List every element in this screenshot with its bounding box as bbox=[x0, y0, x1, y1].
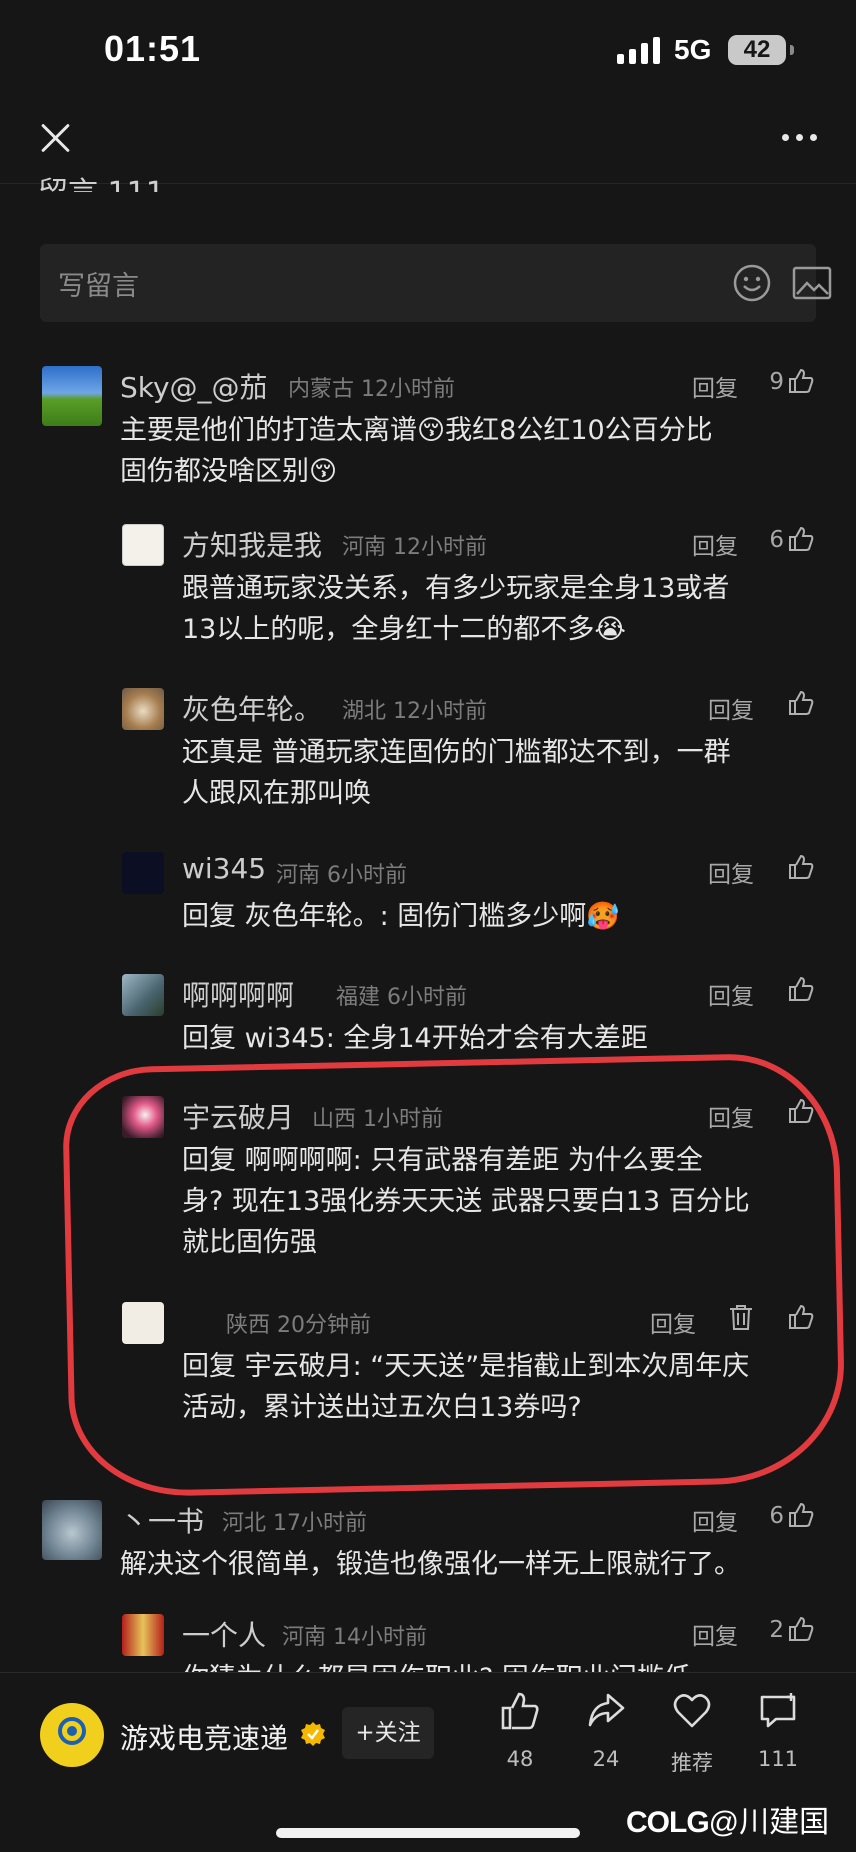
comment-item: Sky@_@茄 内蒙古 12小时前 回复 9 主要是他们的打造太离谱😚我红8公红… bbox=[42, 366, 816, 496]
reply-item: wi345 河南 6小时前 回复 回复 灰色年轮。: 固伤门槛多少啊🥵 bbox=[122, 852, 816, 942]
thumbs-up-icon[interactable] bbox=[788, 368, 814, 394]
follow-button[interactable]: +关注 bbox=[342, 1707, 434, 1759]
thumbs-up-icon[interactable] bbox=[788, 976, 814, 1002]
comment-author[interactable]: 一个人 bbox=[182, 1614, 266, 1654]
reply-item: 方知我是我 河南 12小时前 回复 6 跟普通玩家没关系，有多少玩家是全身13或… bbox=[122, 524, 816, 654]
status-bar: 01:51 5G 42 bbox=[0, 0, 856, 100]
share-count: 24 bbox=[592, 1747, 620, 1771]
thumbs-up-icon[interactable] bbox=[788, 1304, 814, 1330]
reply-button[interactable]: 回复 bbox=[708, 855, 754, 889]
close-icon[interactable] bbox=[36, 118, 76, 158]
reply-button[interactable]: 回复 bbox=[692, 1617, 738, 1651]
comment-author[interactable]: wi345 bbox=[182, 852, 266, 885]
bottom-bar: 游戏电竞速递 +关注 48 24 推荐 111 COLG@川建国 bbox=[0, 1672, 856, 1852]
watermark: COLG@川建国 bbox=[626, 1806, 830, 1839]
comment-meta: 河南 12小时前 bbox=[342, 535, 488, 560]
like-action[interactable]: 48 bbox=[484, 1691, 556, 1787]
comment-meta: 湖北 12小时前 bbox=[342, 699, 488, 724]
comments-count-header: 留言 111 bbox=[38, 168, 165, 192]
comment-body: 还真是 普通玩家连固伤的门槛都达不到，一群 人跟风在那叫唤 bbox=[182, 737, 731, 809]
thumbs-up-icon[interactable] bbox=[788, 690, 814, 716]
image-icon[interactable] bbox=[792, 266, 832, 300]
like-count: 6 bbox=[769, 1503, 784, 1529]
comment-body: 解决这个很简单，锻造也像强化一样无上限就行了。 bbox=[120, 1549, 741, 1580]
account-logo-icon bbox=[58, 1717, 86, 1745]
verified-badge-icon bbox=[301, 1722, 325, 1746]
comment-meta: 内蒙古 12小时前 bbox=[288, 377, 456, 402]
share-action[interactable]: 24 bbox=[570, 1691, 642, 1787]
trash-icon[interactable] bbox=[728, 1303, 754, 1331]
reply-item: 陕西 20分钟前 回复 回复 宇云破月: “天天送”是指截止到本次周年庆 活动，累… bbox=[122, 1302, 816, 1432]
recommend-label: 推荐 bbox=[671, 1751, 713, 1775]
battery-icon: 42 bbox=[728, 35, 794, 65]
reply-button[interactable]: 回复 bbox=[692, 369, 738, 403]
home-indicator[interactable] bbox=[276, 1828, 580, 1838]
comment-meta: 福建 6小时前 bbox=[336, 985, 468, 1010]
thumbs-up-icon[interactable] bbox=[788, 1502, 814, 1528]
comment-body: 回复 灰色年轮。: 固伤门槛多少啊🥵 bbox=[182, 901, 620, 932]
thumbs-up-icon[interactable] bbox=[788, 1616, 814, 1642]
reply-item: 宇云破月 山西 1小时前 回复 回复 啊啊啊啊: 只有武器有差距 为什么要全 身?… bbox=[122, 1096, 816, 1266]
comment-icon bbox=[760, 1693, 796, 1728]
signal-icon bbox=[617, 36, 661, 64]
recommend-action[interactable]: 推荐 bbox=[656, 1691, 728, 1787]
heart-icon bbox=[673, 1694, 711, 1728]
reply-item: 一个人 河南 14小时前 回复 2 你猜为什么都是固伤职业? 固伤职业门槛低 bbox=[122, 1614, 816, 1672]
reply-button[interactable]: 回复 bbox=[708, 691, 754, 725]
comment-meta: 河南 14小时前 bbox=[282, 1625, 428, 1650]
network-type: 5G bbox=[674, 34, 712, 65]
comment-body: 主要是他们的打造太离谱😚我红8公红10公百分比 固伤都没啥区别😚 bbox=[120, 415, 713, 487]
comment-body: 回复 宇云破月: “天天送”是指截止到本次周年庆 活动，累计送出过五次白13券吗? bbox=[182, 1351, 750, 1423]
comment-action[interactable]: 111 bbox=[742, 1691, 814, 1787]
reply-button[interactable]: 回复 bbox=[692, 1503, 738, 1537]
write-comment-input[interactable]: 写留言 bbox=[40, 244, 832, 322]
reply-item: 啊啊啊啊 福建 6小时前 回复 回复 wi345: 全身14开始才会有大差距 bbox=[122, 974, 816, 1064]
reply-button[interactable]: 回复 bbox=[650, 1305, 696, 1339]
reply-button[interactable]: 回复 bbox=[708, 977, 754, 1011]
thumbs-up-icon[interactable] bbox=[788, 526, 814, 552]
comment-body: 你猜为什么都是固伤职业? 固伤职业门槛低 bbox=[182, 1658, 816, 1672]
more-options-icon[interactable] bbox=[780, 134, 820, 144]
comment-meta: 陕西 20分钟前 bbox=[226, 1313, 372, 1338]
comment-author[interactable]: 丶一书 bbox=[120, 1500, 204, 1540]
comment-body: 跟普通玩家没关系，有多少玩家是全身13或者 13以上的呢，全身红十二的都不多😭 bbox=[182, 573, 730, 645]
like-count: 2 bbox=[769, 1617, 784, 1643]
likes-count: 48 bbox=[506, 1747, 534, 1771]
write-comment-placeholder: 写留言 bbox=[58, 271, 139, 302]
comment-meta: 河南 6小时前 bbox=[276, 863, 408, 888]
share-icon bbox=[588, 1693, 625, 1727]
comment-count: 111 bbox=[757, 1747, 799, 1771]
reply-button[interactable]: 回复 bbox=[692, 527, 738, 561]
comment-item: 丶一书 河北 17小时前 回复 6 解决这个很简单，锻造也像强化一样无上限就行了… bbox=[42, 1500, 816, 1590]
like-count: 6 bbox=[769, 527, 784, 553]
comment-author[interactable]: 啊啊啊啊 bbox=[182, 974, 294, 1014]
comment-body: 回复 啊啊啊啊: 只有武器有差距 为什么要全 身? 现在13强化券天天送 武器只要… bbox=[182, 1145, 750, 1258]
comment-meta: 山西 1小时前 bbox=[312, 1107, 444, 1132]
status-time: 01:51 bbox=[104, 28, 202, 69]
thumbs-up-icon bbox=[501, 1692, 539, 1730]
comment-author[interactable]: 宇云破月 bbox=[182, 1096, 294, 1136]
thumbs-up-icon[interactable] bbox=[788, 1098, 814, 1124]
thumbs-up-icon[interactable] bbox=[788, 854, 814, 880]
emoji-icon[interactable] bbox=[732, 263, 772, 303]
account-avatar[interactable] bbox=[40, 1703, 104, 1767]
account-name[interactable]: 游戏电竞速递 bbox=[120, 1717, 288, 1757]
reply-item: 灰色年轮。 湖北 12小时前 回复 还真是 普通玩家连固伤的门槛都达不到，一群人… bbox=[122, 688, 816, 818]
comment-author[interactable]: Sky@_@茄 bbox=[120, 366, 268, 406]
reply-button[interactable]: 回复 bbox=[708, 1099, 754, 1133]
comment-author[interactable]: 方知我是我 bbox=[182, 524, 322, 564]
comment-meta: 河北 17小时前 bbox=[222, 1511, 368, 1536]
like-count: 9 bbox=[769, 369, 784, 395]
comment-body: 回复 wi345: 全身14开始才会有大差距 bbox=[182, 1023, 648, 1054]
comment-author[interactable]: 灰色年轮。 bbox=[182, 688, 322, 728]
